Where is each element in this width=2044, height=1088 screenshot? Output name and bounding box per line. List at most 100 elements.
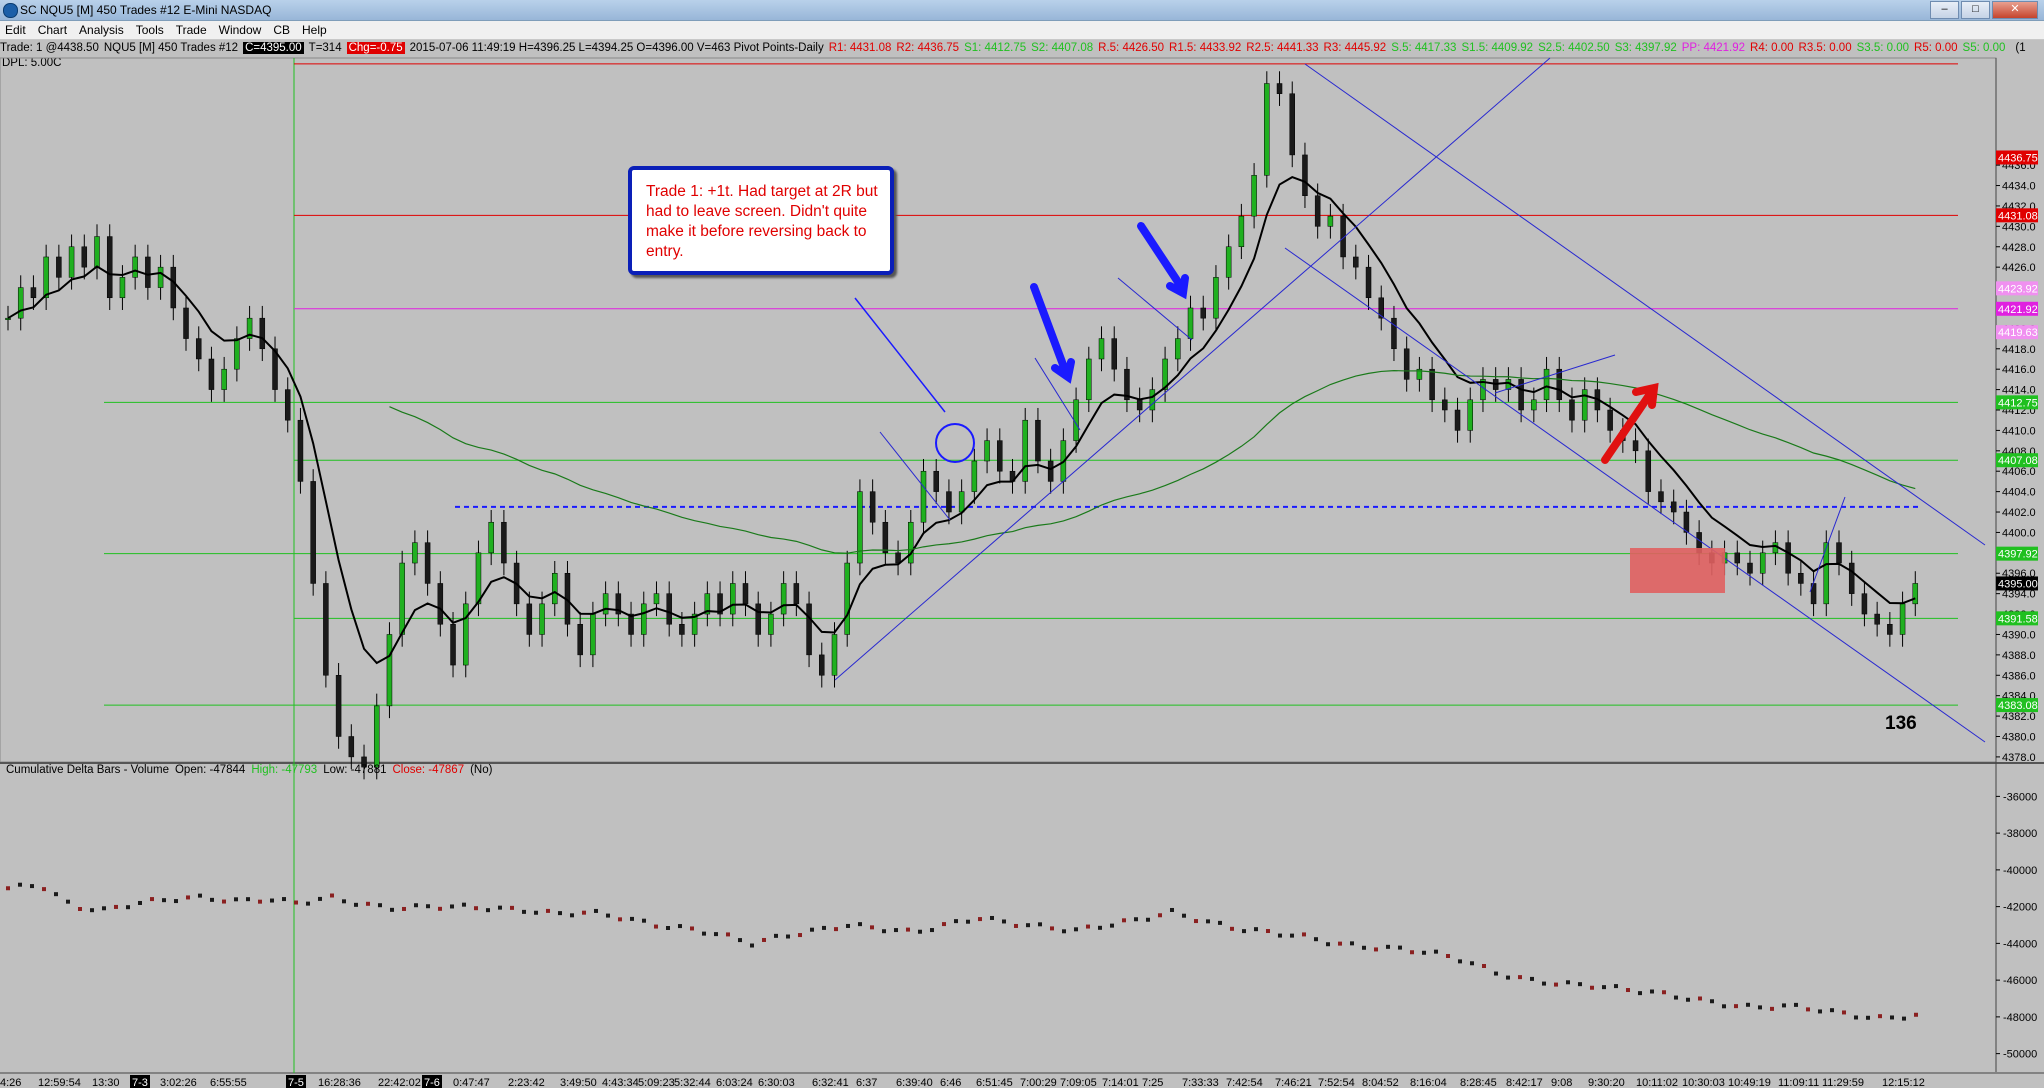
delta-bar (570, 913, 574, 918)
price-tag-10: 4383.08 (1998, 700, 2038, 712)
bar-body (183, 307, 189, 339)
delta-bar (1266, 929, 1270, 934)
delta-bar (1170, 907, 1174, 912)
bar-body (882, 521, 889, 554)
time-label-9: 7-6 (424, 1077, 440, 1088)
delta-bar (78, 907, 82, 912)
delta-axis: -36000 -38000 -40000 -42000 -44000 -46000 -480… (1996, 791, 2037, 1061)
delta-bar (1146, 917, 1150, 922)
delta-bar (642, 918, 646, 923)
delta-bar (618, 917, 622, 922)
time-label-25: 7:14:01 (1102, 1077, 1139, 1088)
time-label-0: 4:26 (0, 1077, 21, 1088)
time-label-18: 6:32:41 (812, 1077, 849, 1088)
blue-arrow-2 (1137, 222, 1189, 300)
bar-body (30, 287, 37, 299)
delta-bar (498, 905, 502, 910)
bar-body (1111, 338, 1117, 370)
delta-tick-label-5: -46000 (2003, 975, 2037, 987)
bar-body (780, 583, 787, 615)
price-tick-label-9: 4418.0 (2002, 344, 2036, 356)
delta-bar (1746, 1002, 1750, 1007)
delta-bar (870, 925, 874, 930)
price-tick-label-29: 4378.0 (2002, 752, 2036, 764)
delta-bar (1806, 1007, 1810, 1012)
bar-body (844, 562, 850, 635)
bar-body (145, 256, 151, 288)
delta-bar (546, 908, 550, 913)
delta-bar (162, 898, 166, 903)
price-tag-6: 4407.08 (1998, 455, 2038, 467)
time-label-21: 6:46 (940, 1077, 961, 1088)
bar-body (1200, 307, 1206, 319)
delta-bar (186, 895, 190, 900)
entry-circle (935, 423, 975, 463)
bar-body (666, 593, 672, 625)
bar-body (958, 491, 965, 513)
delta-bar (822, 925, 826, 930)
delta-bar (114, 904, 118, 909)
delta-bar (1326, 942, 1330, 947)
delta-tick-label-2: -40000 (2003, 865, 2037, 877)
channel-lower (1284, 247, 1986, 743)
delta-bar (402, 906, 406, 911)
bar-body (1861, 593, 1868, 615)
delta-bar (630, 916, 634, 921)
time-label-20: 6:39:40 (896, 1077, 933, 1088)
delta-bar (1050, 926, 1054, 931)
delta-bar (1410, 950, 1414, 955)
bar-body (1175, 338, 1181, 360)
price-tick-label-11: 4414.0 (2002, 385, 2036, 397)
trendline-up (834, 57, 1551, 681)
delta-bar (1158, 913, 1162, 918)
bar-body (284, 389, 291, 421)
bar-body (1607, 409, 1613, 431)
bar-body (94, 236, 100, 268)
price-tick-label-25: 4386.0 (2002, 670, 2036, 682)
delta-bar (798, 933, 802, 938)
delta-bar (1494, 971, 1498, 976)
delta-bar (1758, 1005, 1762, 1010)
delta-bar (1890, 1015, 1894, 1020)
delta-bar (102, 906, 106, 911)
bar-body (119, 277, 126, 299)
delta-bar (1062, 929, 1066, 934)
delta-bar (714, 932, 718, 937)
delta-tick-label-7: -50000 (2003, 1049, 2037, 1061)
delta-bar (1182, 913, 1186, 918)
delta-bar (66, 899, 70, 904)
time-label-4: 3:02:26 (160, 1077, 197, 1088)
delta-tick-label-0: -36000 (2003, 791, 2037, 803)
bar-body (1302, 154, 1308, 196)
delta-bar (1734, 1004, 1738, 1009)
bar-body (1632, 440, 1639, 452)
time-label-36: 9:30:20 (1588, 1077, 1625, 1088)
bar-body (1225, 246, 1232, 278)
bar-body (157, 266, 164, 288)
bar-body (1734, 552, 1741, 564)
bar-body (1887, 624, 1893, 635)
delta-bar (1902, 1016, 1906, 1021)
bar-body (793, 583, 800, 605)
delta-bar (966, 919, 970, 924)
trend-drawings (834, 57, 1986, 743)
bar-body (1454, 409, 1461, 431)
delta-bar (1110, 923, 1114, 928)
delta-bar (1470, 961, 1474, 966)
pivot-levels (104, 63, 1958, 706)
delta-bar (1590, 985, 1594, 990)
time-label-40: 11:09:11 (1778, 1077, 1819, 1088)
bar-body (730, 583, 736, 615)
delta-tick-label-3: -42000 (2003, 902, 2037, 914)
bar-body (1747, 562, 1753, 574)
delta-bar (330, 893, 334, 898)
bar-body (1149, 389, 1156, 411)
price-chart[interactable]: 4436.04434.04432.04430.04428.04426.04424… (0, 0, 2044, 1088)
delta-bar (18, 882, 22, 887)
time-label-30: 7:52:54 (1318, 1077, 1355, 1088)
delta-bar (1710, 999, 1714, 1004)
bar-body (1912, 583, 1919, 605)
bar-body (1238, 215, 1245, 248)
price-tick-label-24: 4388.0 (2002, 650, 2036, 662)
bar-body (5, 317, 11, 320)
